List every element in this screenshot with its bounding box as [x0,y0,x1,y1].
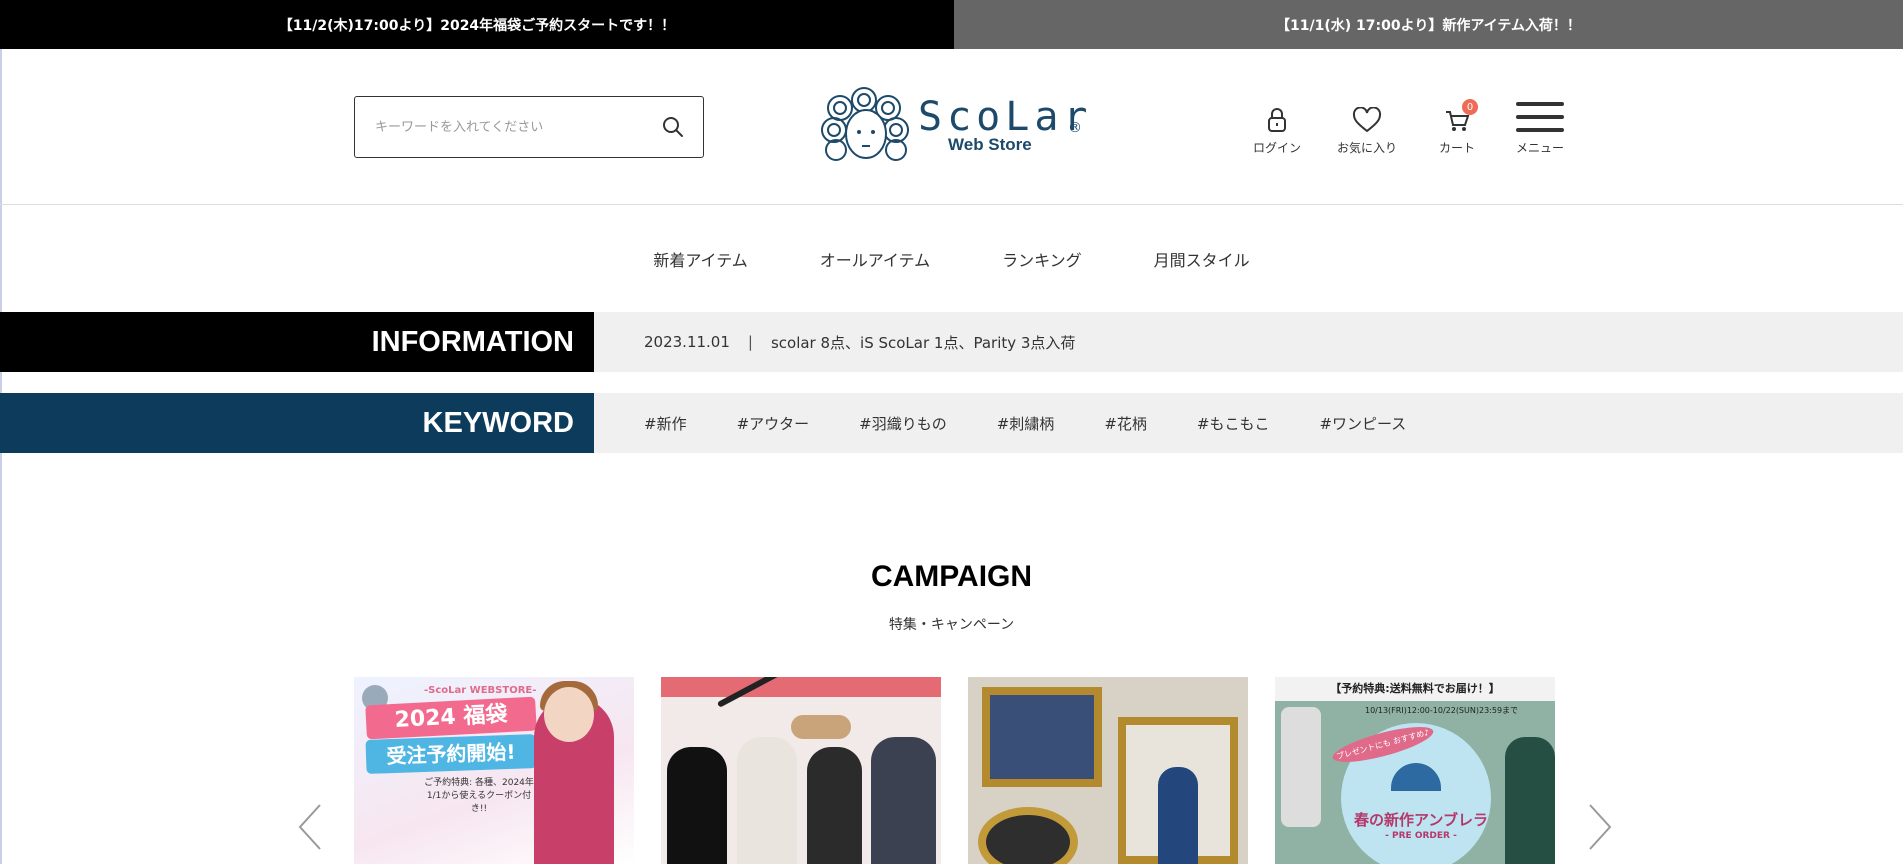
menu-label: メニュー [1515,141,1564,155]
campaign-card-umbrella[interactable]: 【予約特典:送料無料でお届け！】 10/13(FRI)12:00-10/22(S… [1275,677,1555,864]
announcement-left[interactable]: 【11/2(木)17:00より】2024年福袋ご予約スタートです！！ [0,0,954,49]
logo-subtitle: Web Store [948,135,1032,154]
cart-label: カート [1438,141,1475,155]
umbrella-graphic [1281,707,1321,827]
campaign-title: CAMPAIGN [870,560,1033,593]
lock-icon [1268,108,1286,132]
card-note: ご予約特典: 各種、2024年1/1から使えるクーポン付き!! [424,778,534,814]
keyword-tag[interactable]: #刺繍柄 [997,413,1055,434]
cart-button[interactable]: 0 カート [1412,99,1502,159]
keyword-tag[interactable]: #ワンピース [1319,413,1406,434]
search-button[interactable] [643,98,703,156]
model-figure [1158,767,1198,864]
keyword-tag[interactable]: #羽織りもの [859,413,947,434]
card-stripe [661,677,941,697]
cart-count-badge: 0 [1462,99,1478,115]
model-figure [871,737,936,864]
hamburger-icon [1516,102,1564,132]
carousel-prev-button[interactable] [290,797,330,857]
card-ribbon: 【予約特典:送料無料でお届け！】 [1275,677,1555,701]
picture-frame [982,687,1102,787]
keyword-heading: KEYWORD [0,393,594,453]
campaign-card-monthly[interactable] [661,677,941,864]
keyword-bar: KEYWORD #新作 #アウター #羽織りもの #刺繍柄 #花柄 #もこもこ … [0,393,1903,453]
favorites-button[interactable]: お気に入り [1322,99,1412,159]
cat-graphic [791,715,851,739]
campaign-card-fukubukuro[interactable]: -ScoLar WEBSTORE- 2024 福袋 受注予約開始! ご予約特典:… [354,677,634,864]
nav-new-items[interactable]: 新着アイテム [653,247,747,271]
keyword-tags: #新作 #アウター #羽織りもの #刺繍柄 #花柄 #もこもこ #ワンピース [594,393,1903,453]
card-subheadline: 受注予約開始! [365,734,537,774]
campaign-carousel: -ScoLar WEBSTORE- 2024 福袋 受注予約開始! ご予約特典:… [0,677,1903,864]
logo-character-icon [821,87,909,161]
carousel-next-button[interactable] [1580,797,1620,857]
nav-monthly-style[interactable]: 月間スタイル [1154,247,1250,271]
information-separator: | [747,333,753,351]
global-nav: 新着アイテム オールアイテム ランキング 月間スタイル [0,205,1903,312]
campaign-card-frames[interactable] [968,677,1248,864]
card-headline: 春の新作アンブレラ [1354,811,1488,829]
login-button[interactable]: ログイン [1232,99,1322,159]
search-box [354,96,704,158]
model-face [544,687,594,742]
favorites-label: お気に入り [1336,141,1397,155]
keyword-tag[interactable]: #アウター [737,413,810,434]
model-figure [667,747,727,864]
card-brand: -ScoLar WEBSTORE- [424,685,537,696]
model-figure [737,737,797,864]
picture-frame [978,807,1078,864]
site-header: ScoLar ® Web Store ログイン お気に入り [0,49,1903,205]
information-text: scolar 8点、iS ScoLar 1点、Parity 3点入荷 [770,333,1076,352]
announcement-bar: 【11/2(木)17:00より】2024年福袋ご予約スタートです！！ 【11/1… [0,0,1903,49]
card-date: 10/13(FRI)12:00-10/22(SUN)23:59まで [1365,706,1519,715]
chevron-left-icon [298,804,321,850]
logo-registered-mark: ® [1068,120,1082,136]
chevron-right-icon [1589,804,1612,850]
login-label: ログイン [1252,141,1301,155]
announcement-right[interactable]: 【11/1(水) 17:00より】新作アイテム入荷！！ [954,0,1903,49]
card-ribbon-text: 【予約特典:送料無料でお届け！】 [1330,682,1500,695]
nav-all-items[interactable]: オールアイテム [820,247,930,271]
information-item[interactable]: 2023.11.01 | scolar 8点、iS ScoLar 1点、Pari… [594,312,1903,372]
header-actions: ログイン お気に入り 0 カート メニュー [1232,99,1578,159]
search-input[interactable] [355,98,643,156]
nav-ranking[interactable]: ランキング [1002,247,1082,271]
search-icon [663,117,683,137]
card-subheadline: - PRE ORDER - [1385,831,1457,841]
keyword-tag[interactable]: #新作 [644,413,687,434]
campaign-subtitle: 特集・キャンペーン [888,617,1015,633]
keyword-tag[interactable]: #もこもこ [1197,413,1270,434]
information-heading: INFORMATION [0,312,594,372]
information-bar: INFORMATION 2023.11.01 | scolar 8点、iS Sc… [0,312,1903,372]
model-figure [1505,737,1555,864]
keyword-tag[interactable]: #花柄 [1104,413,1147,434]
menu-button[interactable]: メニュー [1502,99,1578,159]
card-headline: 2024 福袋 [365,696,537,740]
site-logo[interactable]: ScoLar ® Web Store [820,86,1090,166]
logo-wordmark: ScoLar [918,94,1093,140]
model-figure [807,747,862,864]
information-date: 2023.11.01 [644,333,730,351]
heart-icon [1352,107,1382,133]
